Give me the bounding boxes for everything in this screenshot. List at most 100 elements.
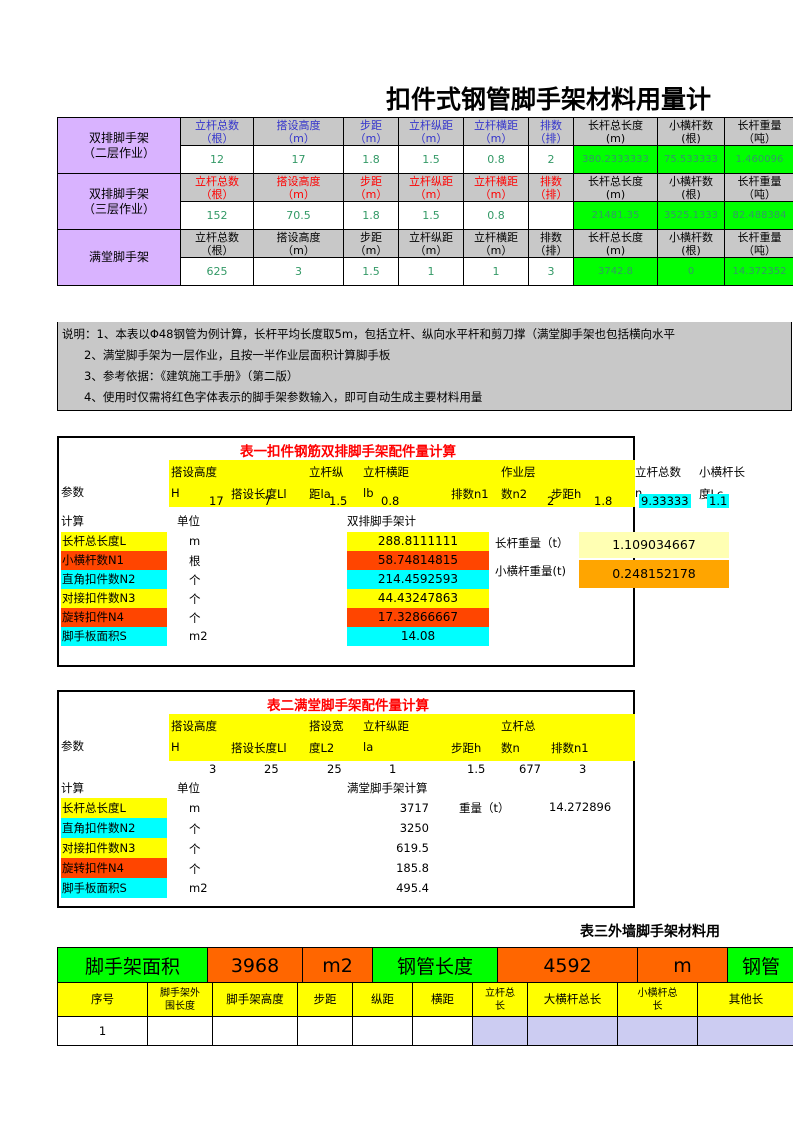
data-cell[interactable]: 3 [253, 257, 344, 286]
table2-col-header-top: 立杆纵距 [363, 719, 409, 733]
data-cell[interactable]: 1.5 [398, 145, 464, 174]
data-cell[interactable]: 1 [398, 257, 464, 286]
column-header: 排数 （排） [528, 229, 574, 258]
table1-row-label: 脚手板面积S [61, 627, 167, 646]
banner-value[interactable]: 4592 [497, 947, 638, 984]
table1-row-unit: 个 [189, 592, 201, 606]
table1-col-header-bottom: 搭设长度Ll [231, 487, 287, 501]
note-line-4: 4、使用时仅需将红色字体表示的脚手架参数输入，即可自动生成主要材料用量 [84, 390, 483, 404]
data-cell[interactable]: 82.488384 [724, 201, 793, 230]
data-cell[interactable] [472, 1016, 528, 1046]
table2-param-value[interactable]: 677 [519, 762, 541, 776]
table1-weight-value[interactable]: 0.248152178 [579, 560, 729, 588]
data-cell[interactable]: 1.8 [343, 145, 399, 174]
table1-weight-label: 长杆重量（t） [495, 536, 569, 550]
scaffold-type-label: 满堂脚手架 [57, 229, 181, 286]
data-cell[interactable] [412, 1016, 473, 1046]
data-cell[interactable] [617, 1016, 698, 1046]
column-header: 脚手架外 围长度 [147, 982, 213, 1017]
column-header: 长杆重量 （吨） [724, 229, 793, 258]
data-cell[interactable]: 1.460096 [724, 145, 793, 174]
data-cell[interactable]: 12 [180, 145, 254, 174]
data-cell[interactable]: 380.2333333 [573, 145, 658, 174]
table1-param-value[interactable]: 1.1 [707, 494, 730, 508]
table2-col-header-top: 搭设宽 [309, 719, 344, 733]
column-header: 长杆总长度 (m) [573, 173, 658, 202]
data-cell[interactable]: 0 [657, 257, 725, 286]
table2-col-header-top: 搭设高度 [171, 719, 217, 733]
table1-weight-value[interactable]: 1.109034667 [579, 532, 729, 558]
table2-row-unit: m [189, 801, 201, 815]
data-cell[interactable]: 1.5 [343, 257, 399, 286]
column-header: 小横杆总长 [617, 982, 698, 1017]
table1-param-value[interactable]: 0.8 [381, 494, 399, 508]
data-cell[interactable] [147, 1016, 213, 1046]
data-cell[interactable]: 0.8 [463, 201, 529, 230]
table2-col-header-bottom: 数n [501, 741, 520, 755]
column-header: 步距 [297, 982, 353, 1017]
table2-param-value[interactable]: 1.5 [467, 762, 485, 776]
data-cell[interactable]: 625 [180, 257, 254, 286]
table1-param-value[interactable]: 17 [209, 494, 224, 508]
table1-row-unit: m2 [189, 629, 208, 643]
data-cell[interactable] [352, 1016, 413, 1046]
column-header: 大横杆总长 [527, 982, 618, 1017]
table1-row-value[interactable]: 214.4592593 [347, 570, 489, 589]
table1-calc-label: 计算 [61, 514, 84, 528]
table1-param-value[interactable]: 1.8 [594, 494, 612, 508]
data-cell[interactable] [527, 1016, 618, 1046]
table1-param-value[interactable]: 1.5 [329, 494, 347, 508]
data-cell[interactable]: 1.5 [398, 201, 464, 230]
data-cell[interactable]: 14.372352 [724, 257, 793, 286]
data-cell[interactable]: 3 [528, 257, 574, 286]
column-header: 序号 [57, 982, 148, 1017]
table1-row-value[interactable]: 44.43247863 [347, 589, 489, 608]
table-row: 满堂脚手架 立杆总数 （根） 搭设高度 （m） 步距 （m） 立杆纵距 （m） 立杆横距 （m） 排数… [57, 229, 793, 286]
data-cell[interactable] [297, 1016, 353, 1046]
data-cell[interactable] [212, 1016, 298, 1046]
data-cell[interactable] [697, 1016, 793, 1046]
data-cell[interactable]: 21481.35 [573, 201, 658, 230]
table1-param-value[interactable]: 9.33333 [639, 494, 691, 508]
table2-row-value[interactable]: 3250 [349, 821, 429, 835]
table1-col-header-top: 作业层 [501, 465, 536, 479]
table1-param-value[interactable]: 2 [547, 494, 554, 508]
data-cell[interactable] [528, 201, 574, 230]
data-cell[interactable]: 1.8 [343, 201, 399, 230]
table2-param-value[interactable]: 3 [579, 762, 586, 776]
table2-row-value[interactable]: 3717 [349, 801, 429, 815]
data-cell[interactable]: 1 [463, 257, 529, 286]
table1-row-value[interactable]: 288.8111111 [347, 532, 489, 551]
data-cell[interactable]: 75.533333 [657, 145, 725, 174]
table2-row-value[interactable]: 185.8 [349, 861, 429, 875]
table2-result-label: 满堂脚手架计算 [347, 781, 428, 795]
data-cell[interactable]: 17 [253, 145, 344, 174]
table2-param-value[interactable]: 25 [264, 762, 279, 776]
table1-col-header-top: 搭设高度 [171, 465, 217, 479]
column-header: 立杆纵距 （m） [398, 173, 464, 202]
data-cell[interactable]: 3742.8 [573, 257, 658, 286]
table2-row-value[interactable]: 495.4 [349, 881, 429, 895]
table2-param-value[interactable]: 25 [327, 762, 342, 776]
table2-row-value[interactable]: 619.5 [349, 841, 429, 855]
column-header: 长杆重量 （吨） [724, 117, 793, 146]
data-cell[interactable]: 2 [528, 145, 574, 174]
table1-row-value[interactable]: 17.32866667 [347, 608, 489, 627]
data-cell[interactable]: 3525.1333 [657, 201, 725, 230]
table2-col-header-top: 立杆总 [501, 719, 536, 733]
data-cell[interactable]: 152 [180, 201, 254, 230]
data-cell[interactable]: 1 [57, 1016, 148, 1046]
banner-unit: m [637, 947, 728, 984]
banner-value[interactable]: 3968 [207, 947, 303, 984]
column-header: 立杆纵距 （m） [398, 117, 464, 146]
table2-param-value[interactable]: 1 [389, 762, 396, 776]
data-cell[interactable]: 0.8 [463, 145, 529, 174]
note-line-2: 2、满堂脚手架为一层作业，且按一半作业层面积计算脚手板 [84, 348, 391, 362]
table1-row-value[interactable]: 14.08 [347, 627, 489, 646]
table1-row-value[interactable]: 58.74814815 [347, 551, 489, 570]
table1-param-value[interactable]: 7 [264, 494, 271, 508]
table2-row-unit: 个 [189, 862, 201, 876]
table2-param-value[interactable]: 3 [209, 762, 216, 776]
data-cell[interactable]: 70.5 [253, 201, 344, 230]
column-header: 其他长 [697, 982, 793, 1017]
